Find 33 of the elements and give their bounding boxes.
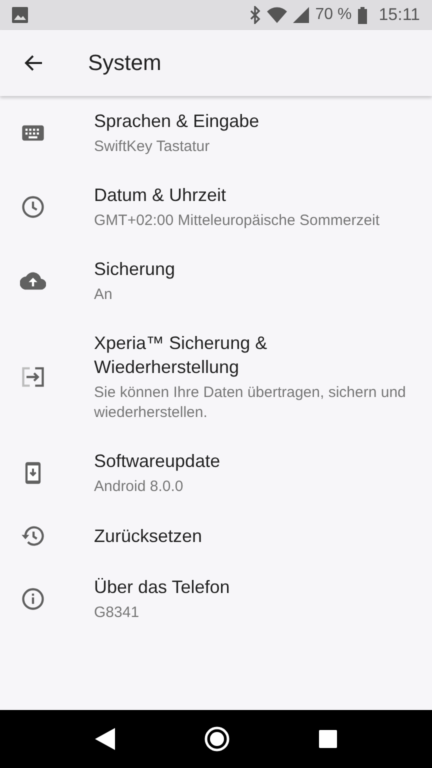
settings-item[interactable]: Softwareupdate Android 8.0.0 xyxy=(0,436,432,510)
item-summary: GMT+02:00 Mitteleuropäische Sommerzeit xyxy=(94,211,380,231)
clock-icon xyxy=(20,194,46,220)
settings-item[interactable]: Sicherung An xyxy=(0,244,432,318)
screen-title: System xyxy=(88,50,162,76)
settings-item[interactable]: Zurücksetzen xyxy=(0,510,432,562)
settings-item[interactable]: Xperia™ Sicherung & Wiederherstellung Sie können Ihre Daten übertragen, sichern und wiederherstellen. xyxy=(0,318,432,436)
recents-button[interactable] xyxy=(319,730,338,748)
wifi-icon xyxy=(267,7,288,23)
settings-item[interactable]: Sprachen & Eingabe SwiftKey Tastatur xyxy=(0,96,432,170)
image-icon xyxy=(12,7,28,23)
battery-icon xyxy=(358,6,367,24)
bluetooth-icon xyxy=(249,6,262,24)
item-summary: An xyxy=(94,285,114,305)
info-icon xyxy=(20,586,46,612)
battery-percent: 70 % xyxy=(315,6,352,24)
item-title: Softwareupdate xyxy=(94,450,220,473)
item-title: Sicherung xyxy=(94,258,176,281)
item-title: Sprachen & Eingabe xyxy=(94,110,260,133)
item-title: Xperia™ Sicherung & Wiederherstellung xyxy=(94,332,268,379)
item-summary: Sie können Ihre Daten übertragen, sichern und wiederherstellen. xyxy=(94,383,407,423)
settings-item[interactable]: Datum & Uhrzeit GMT+02:00 Mitteleuropäische Sommerzeit xyxy=(0,170,432,244)
item-summary: Android 8.0.0 xyxy=(94,477,184,497)
item-summary: SwiftKey Tastatur xyxy=(94,137,211,157)
settings-item[interactable]: Über das Telefon G8341 xyxy=(0,562,432,636)
item-title: Über das Telefon xyxy=(94,576,230,599)
item-title: Zurücksetzen xyxy=(94,525,202,548)
item-title: Datum & Uhrzeit xyxy=(94,184,228,207)
item-summary: G8341 xyxy=(94,603,140,623)
clock-time: 15:11 xyxy=(378,5,420,25)
home-button[interactable] xyxy=(204,726,230,752)
signal-icon xyxy=(293,7,310,23)
back-button[interactable] xyxy=(94,728,115,750)
